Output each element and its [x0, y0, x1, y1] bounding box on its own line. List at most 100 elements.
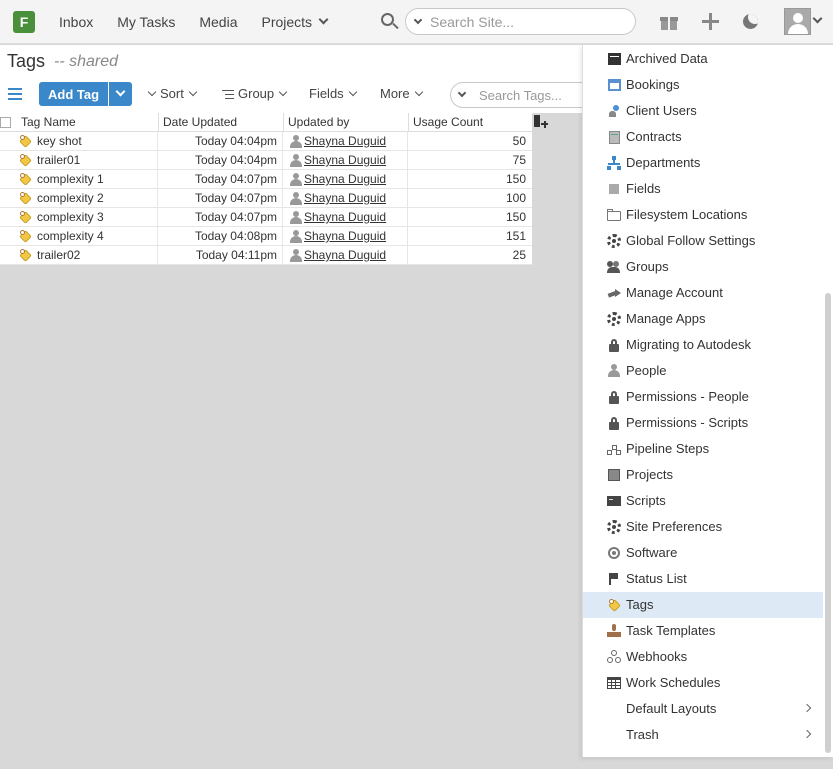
plus-icon[interactable] [702, 13, 719, 30]
moon-icon[interactable] [743, 14, 758, 29]
chevron-down-icon [278, 87, 288, 96]
menu-item-bookings[interactable]: Bookings [583, 72, 823, 98]
menu-item-manage-apps[interactable]: Manage Apps [583, 306, 823, 332]
menu-item-label: Manage Apps [626, 311, 706, 326]
tag-icon [18, 153, 32, 167]
tag-icon [18, 134, 32, 148]
menu-item-manage-account[interactable]: Manage Account [583, 280, 823, 306]
menu-item-label: Task Templates [626, 623, 716, 638]
menu-item-scripts[interactable]: Scripts [583, 488, 823, 514]
usage-count-cell: 150 [505, 210, 526, 224]
gear-icon [607, 312, 621, 326]
add-tag-button[interactable]: Add Tag [39, 82, 108, 106]
tag-name-cell[interactable]: trailer02 [37, 248, 80, 262]
date-updated-cell: Today 04:04pm [194, 134, 277, 148]
lock-icon [607, 338, 621, 352]
list-view-icon[interactable] [8, 88, 22, 100]
site-search[interactable] [405, 8, 636, 35]
tag-name-cell[interactable]: complexity 4 [37, 229, 104, 243]
menu-item-trash[interactable]: Trash [583, 722, 823, 748]
updated-by-link[interactable]: Shayna Duguid [304, 210, 386, 224]
more-button[interactable]: More [380, 86, 423, 101]
tag-name-cell[interactable]: complexity 2 [37, 191, 104, 205]
share-arrow-icon [607, 286, 621, 300]
tag-name-cell[interactable]: key shot [37, 134, 82, 148]
menu-item-task-templates[interactable]: Task Templates [583, 618, 823, 644]
select-all-checkbox[interactable] [0, 117, 11, 128]
app-logo[interactable]: F [13, 10, 35, 33]
menu-item-client-users[interactable]: Client Users [583, 98, 823, 124]
chevron-down-icon[interactable] [413, 15, 423, 24]
group-button[interactable]: Group [222, 86, 288, 101]
menu-item-contracts[interactable]: Contracts [583, 124, 823, 150]
usage-count-cell: 50 [512, 134, 526, 148]
chevron-down-icon[interactable] [457, 88, 467, 98]
usage-count-cell: 25 [512, 248, 526, 262]
sort-button[interactable]: Sort [147, 86, 198, 101]
tag-search[interactable] [450, 82, 590, 108]
search-icon[interactable] [380, 12, 400, 32]
updated-by-link[interactable]: Shayna Duguid [304, 229, 386, 243]
usage-count-cell: 150 [505, 172, 526, 186]
table-row[interactable]: complexity 2 Today 04:07pm Shayna Duguid 10… [0, 189, 532, 208]
table-row[interactable]: complexity 4 Today 04:08pm Shayna Duguid 15… [0, 227, 532, 246]
avatar[interactable] [784, 8, 811, 35]
add-tag-dropdown-button[interactable] [109, 82, 132, 106]
menu-item-permissions-people[interactable]: Permissions - People [583, 384, 823, 410]
menu-item-label: Projects [626, 467, 673, 482]
updated-by-link[interactable]: Shayna Duguid [304, 191, 386, 205]
menu-item-departments[interactable]: Departments [583, 150, 823, 176]
tag-name-cell[interactable]: trailer01 [37, 153, 80, 167]
menu-item-webhooks[interactable]: Webhooks [583, 644, 823, 670]
menu-item-permissions-scripts[interactable]: Permissions - Scripts [583, 410, 823, 436]
nav-projects-label: Projects [261, 13, 313, 30]
menu-item-tags[interactable]: Tags [583, 592, 823, 618]
updated-by-link[interactable]: Shayna Duguid [304, 172, 386, 186]
menu-item-people[interactable]: People [583, 358, 823, 384]
tag-search-input[interactable] [479, 87, 579, 103]
menu-item-status-list[interactable]: Status List [583, 566, 823, 592]
menu-item-site-preferences[interactable]: Site Preferences [583, 514, 823, 540]
menu-scrollbar[interactable] [825, 293, 831, 753]
column-header-usage-count[interactable]: Usage Count [413, 115, 483, 129]
column-header-updated-by[interactable]: Updated by [288, 115, 349, 129]
fields-button[interactable]: Fields [309, 86, 357, 101]
menu-item-projects[interactable]: Projects [583, 462, 823, 488]
menu-item-global-follow-settings[interactable]: Global Follow Settings [583, 228, 823, 254]
updated-by-link[interactable]: Shayna Duguid [304, 153, 386, 167]
menu-item-migrating-to-autodesk[interactable]: Migrating to Autodesk [583, 332, 823, 358]
menu-item-filesystem-locations[interactable]: Filesystem Locations [583, 202, 823, 228]
updated-by-link[interactable]: Shayna Duguid [304, 134, 386, 148]
person-icon [607, 364, 621, 378]
nav-inbox[interactable]: Inbox [59, 14, 93, 30]
nav-my-tasks[interactable]: My Tasks [117, 14, 175, 30]
menu-item-groups[interactable]: Groups [583, 254, 823, 280]
column-header-tag-name[interactable]: Tag Name [21, 115, 76, 129]
gift-icon[interactable] [660, 13, 678, 31]
table-row[interactable]: complexity 1 Today 04:07pm Shayna Duguid 15… [0, 170, 532, 189]
table-row[interactable]: trailer01 Today 04:04pm Shayna Duguid 75 [0, 151, 532, 170]
menu-item-software[interactable]: Software [583, 540, 823, 566]
chevron-right-icon [802, 729, 812, 739]
column-header-date-updated[interactable]: Date Updated [163, 115, 237, 129]
menu-item-pipeline-steps[interactable]: Pipeline Steps [583, 436, 823, 462]
site-search-input[interactable] [430, 13, 620, 30]
menu-item-work-schedules[interactable]: Work Schedules [583, 670, 823, 696]
project-icon [607, 468, 621, 482]
add-column-icon[interactable] [534, 115, 548, 129]
nav-media[interactable]: Media [199, 14, 237, 30]
tag-name-cell[interactable]: complexity 3 [37, 210, 104, 224]
table-row[interactable]: complexity 3 Today 04:07pm Shayna Duguid 15… [0, 208, 532, 227]
table-row[interactable]: trailer02 Today 04:11pm Shayna Duguid 25 [0, 246, 532, 265]
menu-item-label: Groups [626, 259, 669, 274]
menu-item-default-layouts[interactable]: Default Layouts [583, 696, 823, 722]
tag-icon [18, 191, 32, 205]
menu-item-label: Global Follow Settings [626, 233, 756, 248]
tag-name-cell[interactable]: complexity 1 [37, 172, 104, 186]
menu-item-archived-data[interactable]: Archived Data [583, 46, 823, 72]
menu-item-fields[interactable]: Fields [583, 176, 823, 202]
table-row[interactable]: key shot Today 04:04pm Shayna Duguid 50 [0, 132, 532, 151]
updated-by-link[interactable]: Shayna Duguid [304, 248, 386, 262]
group-icon [607, 260, 621, 274]
nav-projects[interactable]: Projects [261, 13, 329, 30]
